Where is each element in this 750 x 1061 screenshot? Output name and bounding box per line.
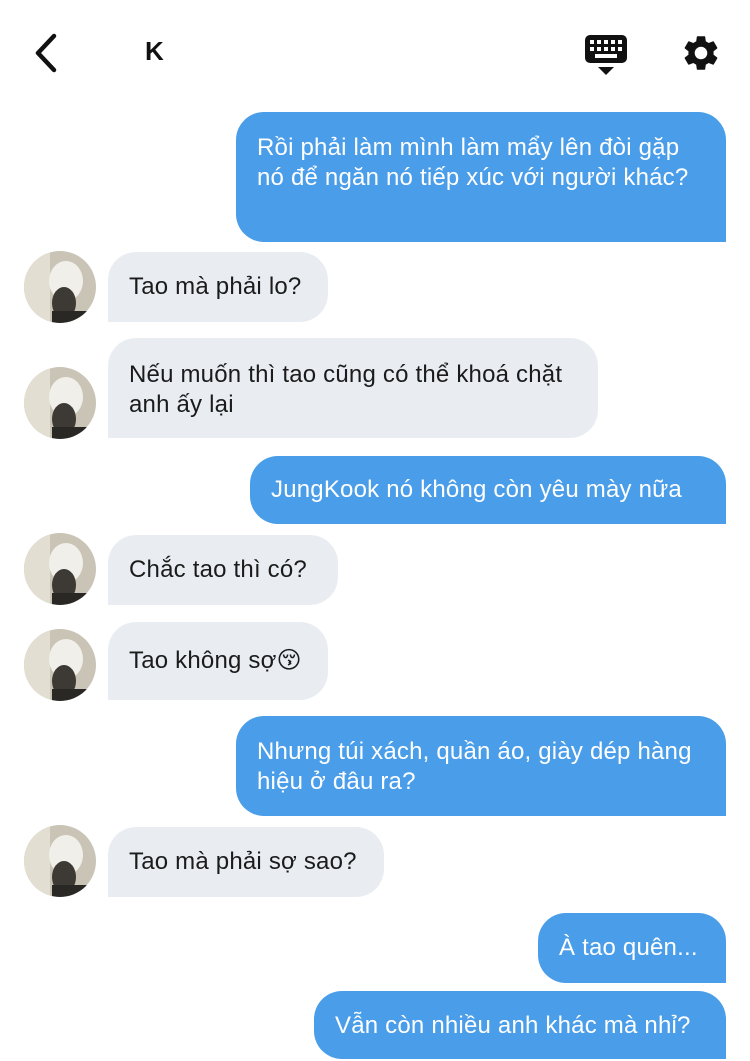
message-text: Nhưng túi xách, quần áo, giày dép hàng h… <box>257 738 692 795</box>
message-bubble-incoming[interactable]: Chắc tao thì có? <box>108 535 338 605</box>
message-bubble-outgoing[interactable]: Rồi phải làm mình làm mẩy lên đòi gặp nó… <box>236 112 726 242</box>
message-text: Rồi phải làm mình làm mẩy lên đòi gặp nó… <box>257 134 689 191</box>
avatar-photo <box>24 533 96 605</box>
contact-name: K <box>145 36 164 66</box>
avatar[interactable] <box>24 367 96 439</box>
message-text: Tao mà phải lo? <box>129 273 302 300</box>
avatar[interactable] <box>24 251 96 323</box>
message-text: JungKook nó không còn yêu mày nữa <box>271 476 682 503</box>
back-button[interactable] <box>28 30 68 76</box>
avatar-photo <box>24 629 96 701</box>
message-bubble-incoming[interactable]: Tao mà phải lo? <box>108 252 328 322</box>
message-text: Vẫn còn nhiều anh khác mà nhỉ? <box>335 1012 691 1039</box>
avatar[interactable] <box>24 533 96 605</box>
avatar-photo <box>24 251 96 323</box>
message-bubble-incoming[interactable]: Nếu muốn thì tao cũng có thể khoá chặt a… <box>108 338 598 438</box>
message-bubble-incoming[interactable]: Tao không sợ😚 <box>108 622 328 700</box>
settings-button[interactable] <box>680 32 722 74</box>
avatar-photo <box>24 825 96 897</box>
message-text: À tao quên... <box>559 934 698 961</box>
keyboard-button[interactable] <box>583 33 629 79</box>
message-text: Tao không sợ😚 <box>129 647 302 674</box>
gear-icon <box>684 36 718 70</box>
keyboard-icon <box>585 35 627 75</box>
avatar-photo <box>24 367 96 439</box>
message-text: Chắc tao thì có? <box>129 556 307 583</box>
message-bubble-outgoing[interactable]: Nhưng túi xách, quần áo, giày dép hàng h… <box>236 716 726 816</box>
chat-header: K <box>0 0 750 100</box>
message-text: Tao mà phải sợ sao? <box>129 848 357 875</box>
avatar[interactable] <box>24 629 96 701</box>
message-bubble-incoming[interactable]: Tao mà phải sợ sao? <box>108 827 384 897</box>
chevron-left-icon <box>35 33 57 73</box>
message-text: Nếu muốn thì tao cũng có thể khoá chặt a… <box>129 361 563 418</box>
avatar[interactable] <box>24 825 96 897</box>
message-bubble-outgoing[interactable]: Vẫn còn nhiều anh khác mà nhỉ? <box>314 991 726 1059</box>
message-bubble-outgoing[interactable]: JungKook nó không còn yêu mày nữa <box>250 456 726 524</box>
message-bubble-outgoing[interactable]: À tao quên... <box>538 913 726 983</box>
